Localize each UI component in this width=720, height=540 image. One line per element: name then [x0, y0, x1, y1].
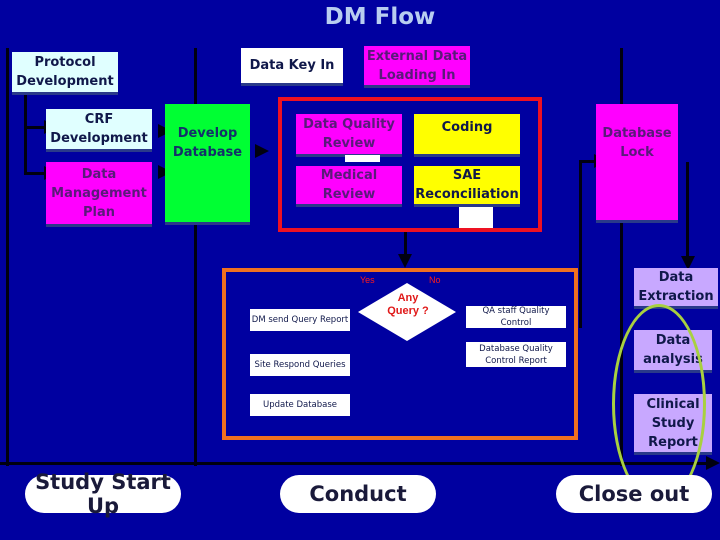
data-key-in-box[interactable]: Data Key In	[241, 48, 343, 83]
timeline-arrow-icon	[706, 456, 720, 470]
site-respond-queries-box[interactable]: Site Respond Queries	[250, 354, 350, 376]
coding-box[interactable]: Coding	[414, 114, 520, 154]
highlight-ellipse	[612, 304, 706, 504]
external-data-loading-box[interactable]: External Data Loading In	[364, 46, 470, 85]
sae-reconciliation-box[interactable]: SAE Reconciliation	[414, 166, 520, 204]
timeline-baseline	[0, 462, 710, 465]
phase-study-start-up[interactable]: Study Start Up	[25, 470, 181, 518]
page-title: DM Flow	[324, 4, 436, 30]
arrow-down-icon	[398, 254, 412, 268]
database-lock-box[interactable]: Database Lock	[596, 104, 678, 220]
qa-staff-quality-control-box[interactable]: QA staff Quality Control	[466, 306, 566, 328]
connector-block	[459, 207, 493, 228]
phase-close-out[interactable]: Close out	[556, 475, 712, 513]
crf-development-box[interactable]: CRF Development	[46, 109, 152, 149]
decision-label: Any Query ?	[387, 292, 429, 317]
develop-database-box[interactable]: Develop Database	[165, 104, 250, 222]
connector-block	[345, 155, 380, 162]
data-extraction-box[interactable]: Data Extraction	[634, 268, 718, 306]
arrow-right-icon	[255, 144, 269, 158]
phase-divider-left	[6, 48, 9, 466]
data-quality-review-box[interactable]: Data Quality Review	[296, 114, 402, 154]
dm-send-query-report-box[interactable]: DM send Query Report	[250, 309, 350, 331]
connector	[24, 92, 27, 174]
connector	[686, 162, 689, 262]
update-database-box[interactable]: Update Database	[250, 394, 350, 416]
medical-review-box[interactable]: Medical Review	[296, 166, 402, 204]
connector	[579, 160, 582, 328]
database-quality-control-report-box[interactable]: Database Quality Control Report	[466, 342, 566, 367]
phase-conduct[interactable]: Conduct	[280, 475, 436, 513]
data-management-plan-box[interactable]: Data Management Plan	[46, 162, 152, 224]
protocol-development-box[interactable]: Protocol Development	[12, 52, 118, 92]
